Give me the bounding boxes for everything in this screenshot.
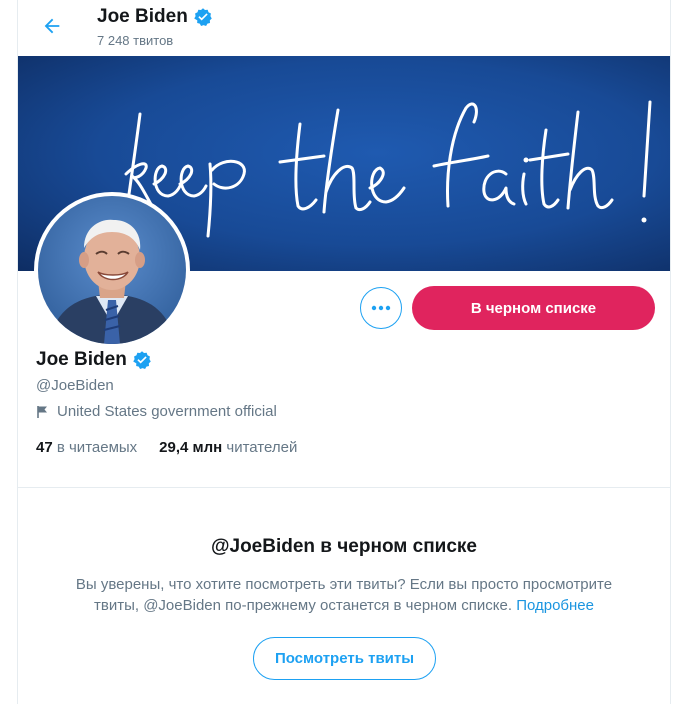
- profile-handle: @JoeBiden: [36, 377, 114, 394]
- following-count: 47: [36, 439, 53, 456]
- more-horizontal-icon: [371, 305, 391, 311]
- learn-more-link[interactable]: Подробнее: [516, 597, 594, 614]
- back-button[interactable]: [36, 10, 68, 42]
- following-stat[interactable]: 47 в читаемых: [36, 439, 137, 456]
- view-tweets-button[interactable]: Посмотреть твиты: [253, 637, 436, 680]
- verified-badge-icon: [194, 8, 212, 26]
- profile-stats: 47 в читаемых 29,4 млн читателей: [36, 439, 319, 456]
- profile-name-row: Joe Biden: [36, 349, 152, 371]
- followers-label: читателей: [226, 439, 298, 456]
- blocked-notice-title: @JoeBiden в черном списке: [210, 536, 478, 557]
- profile-bio: United States government official: [36, 403, 277, 420]
- header-name: Joe Biden: [97, 6, 188, 27]
- profile-column: Joe Biden 7 248 твитов В черном списке J…: [17, 0, 671, 704]
- blocked-notice-text: Вы уверены, что хотите посмотреть эти тв…: [54, 574, 634, 616]
- divider: [18, 487, 670, 488]
- tweet-count: 7 248 твитов: [97, 33, 174, 48]
- blocked-button[interactable]: В черном списке: [412, 286, 655, 330]
- verified-badge-icon: [133, 351, 151, 369]
- header-title-row: Joe Biden: [97, 5, 213, 29]
- avatar[interactable]: [34, 192, 190, 348]
- following-label: в читаемых: [56, 439, 138, 456]
- flag-icon: [37, 405, 47, 418]
- arrow-left-icon: [44, 18, 60, 34]
- profile-name: Joe Biden: [36, 349, 127, 370]
- followers-stat[interactable]: 29,4 млн читателей: [159, 439, 297, 456]
- followers-count: 29,4 млн: [159, 439, 223, 456]
- more-button[interactable]: [360, 287, 402, 329]
- avatar-photo: [38, 196, 186, 344]
- profile-header: Joe Biden 7 248 твитов: [18, 0, 670, 55]
- bio-text: United States government official: [57, 403, 277, 420]
